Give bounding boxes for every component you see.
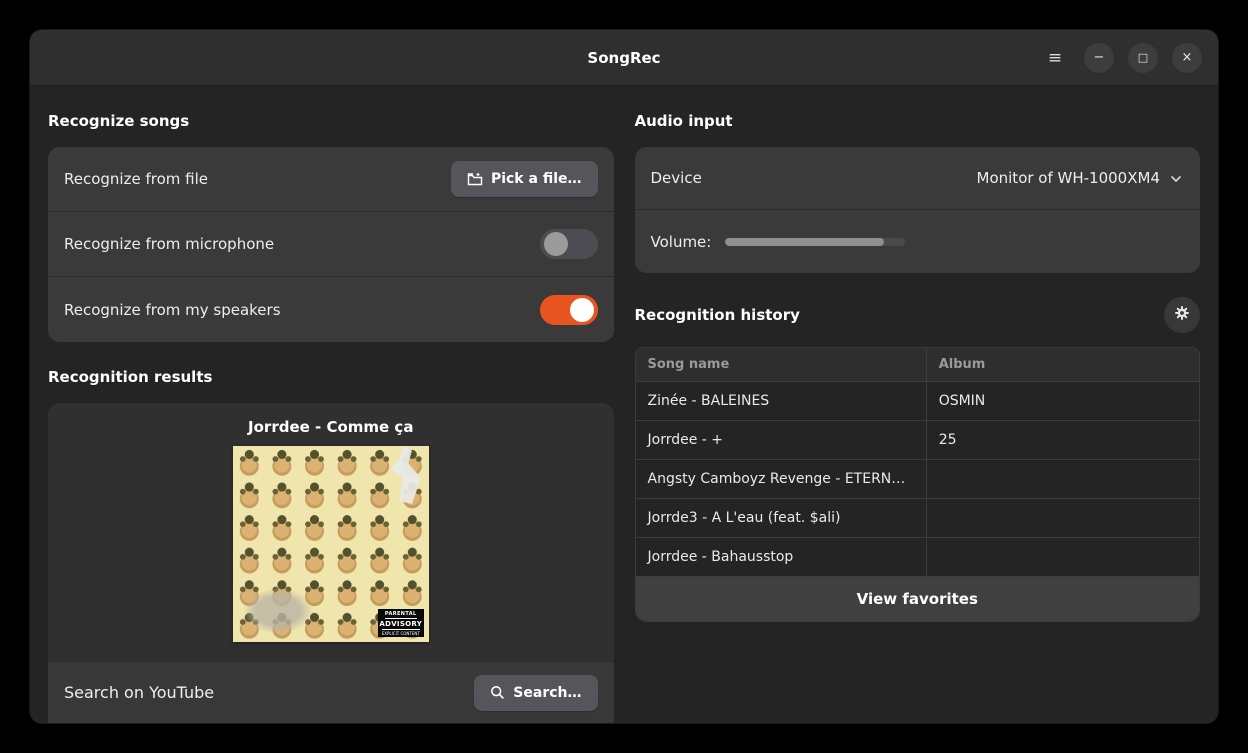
titlebar: SongRec ≡ − □ × [30,30,1218,86]
main-content: Recognize songs Recognize from file Pick… [30,86,1218,723]
recognize-from-file-label: Recognize from file [64,170,208,188]
recognition-history-table: Song name Album Zinée - BALEINES OSMIN J… [635,347,1201,622]
parental-advisory-label: PARENTAL ADVISORY EXPLICIT CONTENT [378,609,424,637]
song-cell: Jorrdee - + [636,421,926,459]
songrec-window: SongRec ≡ − □ × Recognize songs Recogniz… [30,30,1218,723]
audio-input-heading: Audio input [635,112,1201,130]
volume-wrap: Volume: [651,233,1185,251]
recognize-from-file-row: Recognize from file Pick a file… [48,147,614,212]
left-column: Recognize songs Recognize from file Pick… [48,86,614,723]
table-row[interactable]: Jorrdee - Bahausstop [636,538,1200,577]
audio-input-card: Device Monitor of WH-1000XM4 Volume: [635,147,1201,273]
chevron-down-icon [1170,169,1182,187]
song-cell: Jorrde3 - A L'eau (feat. $ali) [636,499,926,537]
album-cell [926,499,1199,537]
search-icon [490,685,505,700]
youtube-search-label: Search… [513,685,581,701]
album-cell: 25 [926,421,1199,459]
album-art-figure [387,446,423,504]
toggle-knob [570,298,594,322]
song-cell: Zinée - BALEINES [636,382,926,420]
recognize-from-speakers-label: Recognize from my speakers [64,301,281,319]
album-cell: OSMIN [926,382,1199,420]
recognition-history-heading: Recognition history [635,306,800,324]
window-controls: ≡ − □ × [1040,30,1202,85]
device-dropdown[interactable]: Monitor of WH-1000XM4 [975,163,1184,193]
recognized-song-title: Jorrdee - Comme ça [48,403,614,446]
window-title: SongRec [587,49,660,67]
recognition-history-header: Recognition history [635,297,1201,333]
recognize-songs-card: Recognize from file Pick a file… [48,147,614,342]
album-art: PARENTAL ADVISORY EXPLICIT CONTENT [233,446,429,642]
pick-a-file-label: Pick a file… [491,171,582,187]
speakers-toggle[interactable] [540,295,598,325]
album-cell [926,460,1199,498]
song-cell: Jorrdee - Bahausstop [636,538,926,576]
volume-fill [725,238,883,246]
column-header-album[interactable]: Album [926,348,1199,381]
device-row: Device Monitor of WH-1000XM4 [635,147,1201,210]
recognize-from-microphone-label: Recognize from microphone [64,235,274,253]
microphone-toggle[interactable] [540,229,598,259]
recognize-songs-heading: Recognize songs [48,112,614,130]
recognize-from-speakers-row: Recognize from my speakers [48,277,614,342]
table-row[interactable]: Jorrde3 - A L'eau (feat. $ali) [636,499,1200,538]
table-row[interactable]: Jorrdee - + 25 [636,421,1200,460]
recognize-from-microphone-row: Recognize from microphone [48,212,614,277]
column-header-song-name[interactable]: Song name [636,348,926,381]
search-on-youtube-row: Search on YouTube Search… [48,661,614,723]
search-on-youtube-label: Search on YouTube [64,683,214,702]
recognition-results-heading: Recognition results [48,368,614,386]
menu-icon[interactable]: ≡ [1040,43,1070,73]
table-row[interactable]: Zinée - BALEINES OSMIN [636,382,1200,421]
close-button[interactable]: × [1172,43,1202,73]
minimize-button[interactable]: − [1084,43,1114,73]
folder-plus-icon [467,172,483,186]
recognition-results-card: Jorrdee - Comme ça PARENTAL ADVISORY EXP… [48,403,614,723]
gear-icon [1174,305,1190,325]
album-cell [926,538,1199,576]
advisory-line1: PARENTAL [385,611,417,619]
results-spacer [48,642,614,661]
album-art-smudge [243,588,313,634]
right-column: Audio input Device Monitor of WH-1000XM4 [635,86,1201,723]
advisory-line3: EXPLICIT CONTENT [382,629,420,636]
table-row[interactable]: Angsty Camboyz Revenge - ETERNELLE [636,460,1200,499]
volume-row: Volume: [635,210,1201,273]
maximize-button[interactable]: □ [1128,43,1158,73]
device-value: Monitor of WH-1000XM4 [977,169,1160,187]
view-favorites-button[interactable]: View favorites [636,577,1200,621]
song-cell: Angsty Camboyz Revenge - ETERNELLE [636,460,926,498]
youtube-search-button[interactable]: Search… [474,675,597,711]
toggle-knob [544,232,568,256]
volume-label: Volume: [651,233,712,251]
device-label: Device [651,169,702,187]
table-header: Song name Album [636,348,1200,382]
advisory-line2: ADVISORY [379,620,422,628]
history-settings-button[interactable] [1164,297,1200,333]
volume-level-bar [725,238,905,246]
pick-a-file-button[interactable]: Pick a file… [451,161,598,197]
